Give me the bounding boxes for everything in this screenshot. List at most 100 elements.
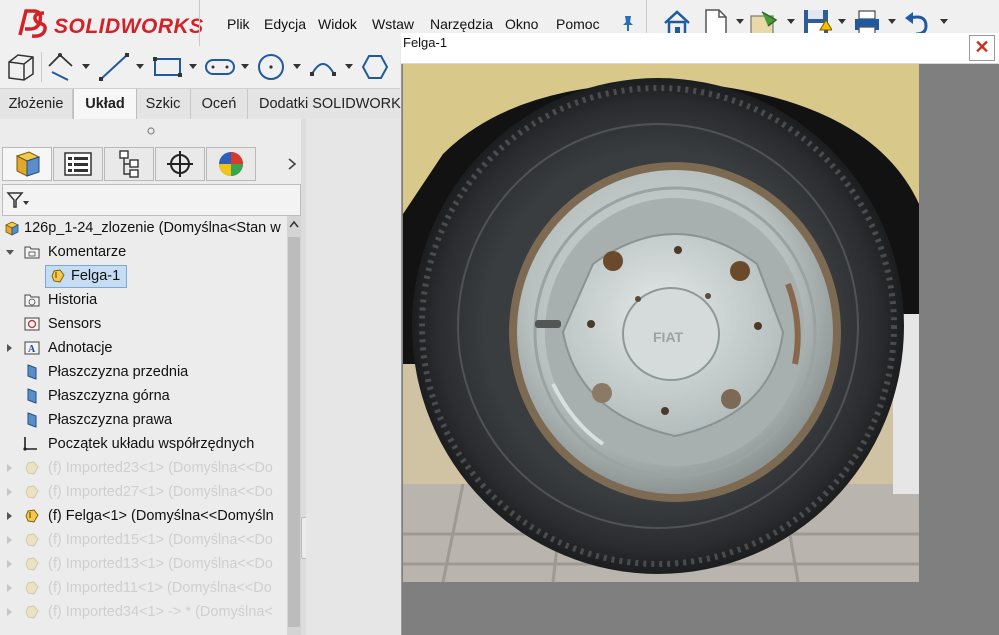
tree-item-top-plane[interactable]: Płaszczyzna górna	[0, 385, 287, 407]
tree-item-felga-1[interactable]: Felga-1	[45, 265, 127, 288]
edit-component-icon[interactable]	[6, 52, 36, 82]
chevron-down-icon[interactable]	[82, 64, 90, 69]
chevron-down-icon[interactable]	[189, 64, 197, 69]
tree-item-component[interactable]: (f) Imported15<1> (Domyślna<<Do	[0, 529, 287, 551]
part-icon	[25, 581, 39, 595]
expand-icon[interactable]	[7, 608, 12, 616]
chevron-down-icon[interactable]	[293, 64, 301, 69]
tab-assembly[interactable]: Złożenie	[0, 89, 73, 119]
chevron-down-icon[interactable]	[736, 19, 744, 24]
menu-help[interactable]: Pomoc	[556, 16, 600, 32]
chevron-down-icon[interactable]	[940, 19, 948, 24]
tree-item-component[interactable]: (f) Imported34<1> -> * (Domyślna<	[0, 601, 287, 623]
expand-icon[interactable]	[7, 536, 12, 544]
assembly-icon	[5, 221, 19, 236]
part-icon	[25, 461, 39, 475]
line-icon[interactable]	[98, 52, 130, 82]
feature-manager-tab[interactable]	[2, 147, 52, 181]
part-icon	[25, 533, 39, 547]
chevron-right-icon[interactable]	[287, 157, 297, 171]
tab-layout[interactable]: Układ	[73, 89, 137, 120]
feature-tree: 126p_1-24_zlozenie (Domyślna<Stan w Kome…	[0, 216, 287, 635]
tree-root[interactable]: 126p_1-24_zlozenie (Domyślna<Stan w	[0, 217, 287, 239]
chevron-down-icon[interactable]	[345, 64, 353, 69]
annotation-icon	[51, 269, 65, 283]
tab-sketch[interactable]: Szkic	[136, 89, 191, 119]
grip-icon[interactable]	[147, 127, 155, 135]
chevron-down-icon[interactable]	[888, 19, 896, 24]
history-icon	[24, 294, 40, 307]
plane-icon	[27, 364, 37, 380]
expand-icon[interactable]	[7, 512, 12, 520]
close-icon: ✕	[974, 37, 990, 57]
ds-logo-icon	[18, 9, 47, 38]
chevron-down-icon[interactable]	[787, 19, 795, 24]
panel-header	[0, 120, 305, 144]
wheel-photo: FIAT	[403, 64, 919, 582]
target-icon	[167, 151, 193, 177]
part-icon	[25, 509, 39, 523]
menu-file[interactable]: Plik	[227, 16, 250, 32]
tree-item-comments[interactable]: Komentarze	[0, 241, 287, 263]
pin-icon[interactable]	[620, 14, 636, 32]
tree-root-label: 126p_1-24_zlozenie (Domyślna<Stan w	[24, 220, 281, 236]
expand-icon[interactable]	[7, 584, 12, 592]
tree-item-history[interactable]: Historia	[0, 289, 287, 311]
svg-text:A: A	[28, 344, 36, 355]
dimxpert-tab[interactable]	[155, 147, 205, 181]
manager-tabs	[0, 145, 305, 183]
command-tabs: Złożenie Układ Szkic Oceń Dodatki SOLIDW…	[0, 89, 430, 120]
folder-icon	[24, 246, 40, 259]
solidworks-logo: SOLIDWORKS	[16, 4, 203, 42]
menu-window[interactable]: Okno	[505, 16, 538, 32]
graphics-area[interactable]	[306, 119, 402, 635]
expand-icon[interactable]	[7, 344, 12, 352]
tree-item-component[interactable]: (f) Imported23<1> (Domyślna<<Do	[0, 457, 287, 479]
tree-item-felga-component[interactable]: (f) Felga<1> (Domyślna<<Domyśln	[0, 505, 287, 527]
sensor-icon	[24, 317, 40, 331]
circle-icon[interactable]	[256, 52, 286, 82]
command-manager-toolbar	[0, 46, 400, 89]
expand-icon[interactable]	[7, 464, 12, 472]
menu-edit[interactable]: Edycja	[264, 16, 306, 32]
preview-title-bar: Felga-1	[401, 33, 999, 64]
filter-icon[interactable]	[6, 191, 30, 209]
menu-insert[interactable]: Wstaw	[372, 16, 414, 32]
tree-item-annotations[interactable]: A Adnotacje	[0, 337, 287, 359]
tree-item-component[interactable]: (f) Imported11<1> (Domyślna<<Do	[0, 577, 287, 599]
close-button[interactable]: ✕	[969, 35, 995, 61]
tree-item-front-plane[interactable]: Płaszczyzna przednia	[0, 361, 287, 383]
configuration-manager-tab[interactable]	[104, 147, 154, 181]
arc-icon[interactable]	[308, 52, 338, 82]
tree-item-origin[interactable]: Początek układu współrzędnych	[0, 433, 287, 455]
tab-evaluate[interactable]: Oceń	[191, 89, 248, 119]
tree-scrollbar-thumb[interactable]	[288, 237, 300, 627]
tree-filter[interactable]	[2, 184, 301, 216]
chevron-down-icon[interactable]	[838, 19, 846, 24]
scroll-up-icon[interactable]	[289, 220, 299, 230]
svg-text:FIAT: FIAT	[653, 329, 684, 345]
part-icon	[25, 557, 39, 571]
appearance-icon	[219, 152, 243, 176]
configuration-icon	[119, 150, 139, 178]
part-icon	[25, 485, 39, 499]
polygon-icon[interactable]	[360, 52, 390, 82]
slot-icon[interactable]	[203, 52, 237, 82]
expand-icon[interactable]	[7, 560, 12, 568]
chevron-down-icon[interactable]	[136, 64, 144, 69]
tree-item-sensors[interactable]: Sensors	[0, 313, 287, 335]
display-manager-tab[interactable]	[206, 147, 256, 181]
annotation-a-icon: A	[24, 341, 40, 355]
part-icon	[25, 605, 39, 619]
tree-item-component[interactable]: (f) Imported27<1> (Domyślna<<Do	[0, 481, 287, 503]
menu-view[interactable]: Widok	[318, 16, 357, 32]
smart-dimension-icon[interactable]	[46, 52, 76, 82]
tree-item-right-plane[interactable]: Płaszczyzna prawa	[0, 409, 287, 431]
menu-tools[interactable]: Narzędzia	[430, 16, 493, 32]
property-manager-tab[interactable]	[53, 147, 103, 181]
expand-icon[interactable]	[7, 488, 12, 496]
collapse-icon[interactable]	[6, 250, 14, 255]
tree-item-component[interactable]: (f) Imported13<1> (Domyślna<<Do	[0, 553, 287, 575]
chevron-down-icon[interactable]	[241, 64, 249, 69]
rectangle-icon[interactable]	[152, 52, 184, 82]
